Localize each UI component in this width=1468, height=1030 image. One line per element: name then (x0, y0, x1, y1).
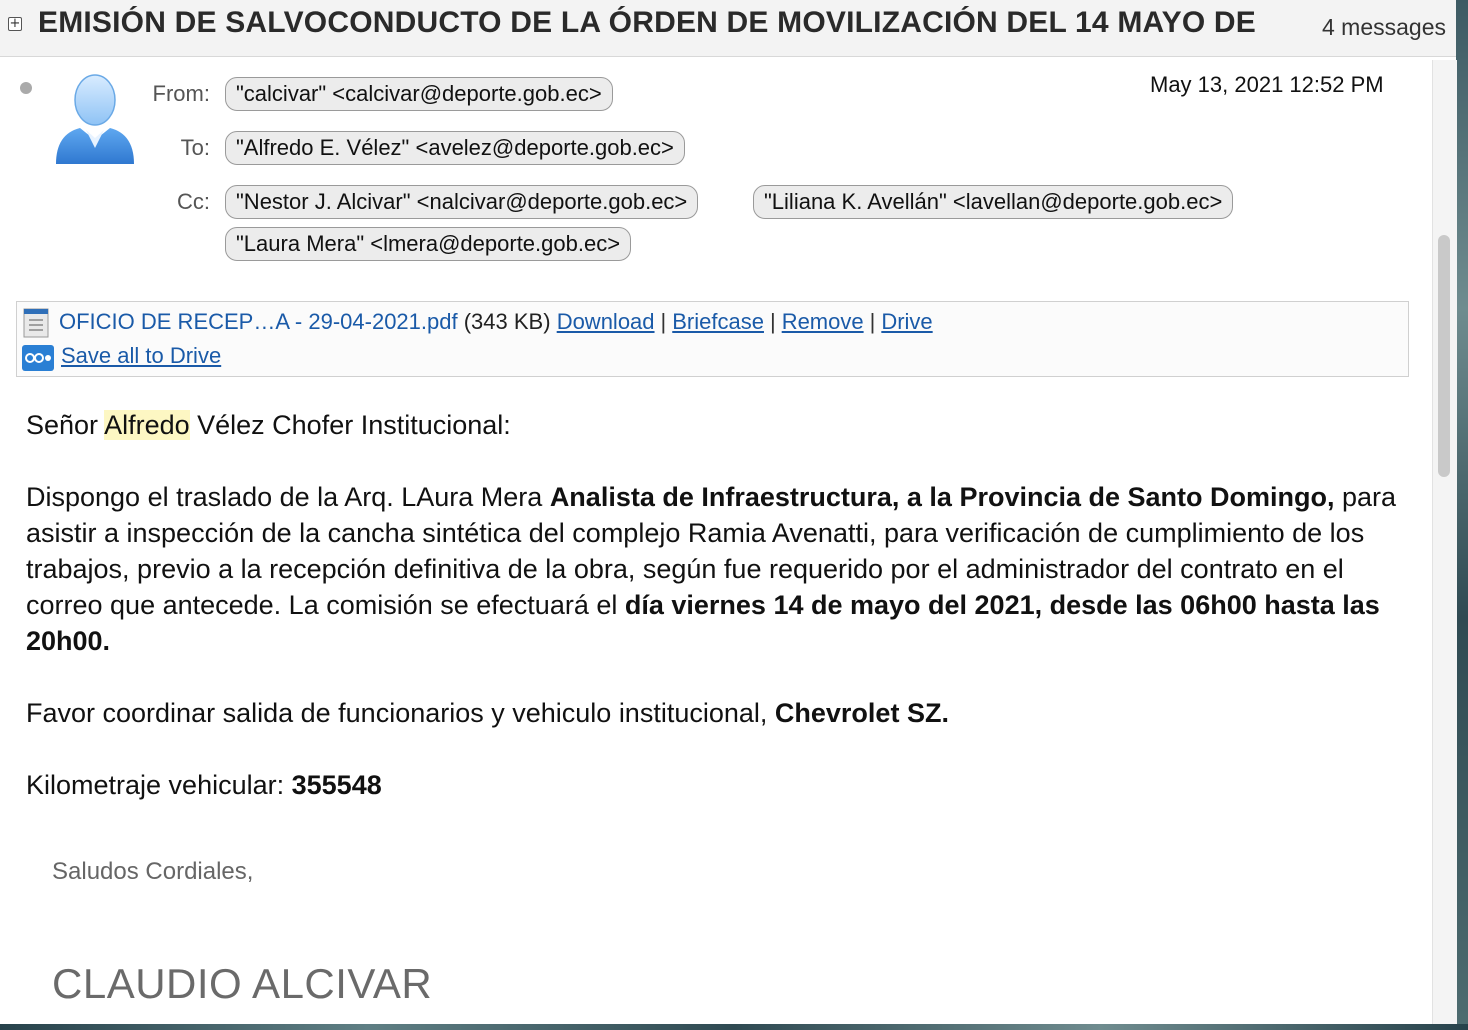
bold-text: Chevrolet SZ. (774, 698, 949, 728)
message-count: 4 messages (1322, 14, 1447, 40)
cc-address-chip[interactable]: "Liliana K. Avellán" <lavellan@deporte.g… (753, 185, 1234, 219)
to-label: To: (180, 135, 210, 160)
cc-address-chip[interactable]: "Nestor J. Alcivar" <nalcivar@deporte.go… (225, 185, 699, 219)
drive-icon[interactable] (22, 345, 54, 371)
drive-link[interactable]: Drive (881, 309, 932, 334)
attachment-box: OFICIO DE RECEP…A - 29-04-2021.pdf (343 … (16, 301, 1409, 377)
body-greeting: Señor Alfredo Vélez Chofer Institucional… (26, 407, 1416, 443)
paragraph-text: Kilometraje vehicular: (26, 770, 292, 800)
paragraph-text: Dispongo el traslado de la Arq. LAura Me… (26, 482, 550, 512)
signature-greeting: Saludos Cordiales, (52, 858, 254, 885)
message-date: May 13, 2021 12:52 PM (1150, 72, 1384, 97)
greeting-text: Señor (26, 410, 105, 440)
expand-plus-icon[interactable]: + (8, 17, 22, 31)
attachment-row: OFICIO DE RECEP…A - 29-04-2021.pdf (343 … (59, 309, 933, 335)
desktop-background-strip (0, 1024, 1468, 1030)
desktop-background-strip (1456, 0, 1468, 1030)
scrollbar-thumb[interactable] (1438, 235, 1450, 477)
remove-link[interactable]: Remove (782, 309, 864, 334)
highlighted-name: Alfredo (104, 410, 190, 440)
to-address-chip[interactable]: "Alfredo E. Vélez" <avelez@deporte.gob.e… (225, 131, 685, 165)
briefcase-link[interactable]: Briefcase (672, 309, 764, 334)
body-paragraph-2: Favor coordinar salida de funcionarios y… (26, 695, 1416, 731)
message-card: From: "calcivar" <calcivar@deporte.gob.e… (0, 60, 1431, 1030)
save-all-to-drive-link[interactable]: Save all to Drive (61, 343, 221, 369)
bold-text: 355548 (291, 770, 382, 800)
attachment-file-size: (343 KB) (463, 309, 551, 334)
body-paragraph-1: Dispongo el traslado de la Arq. LAura Me… (26, 479, 1416, 659)
thread-header: + EMISIÓN DE SALVOCONDUCTO DE LA ÓRDEN D… (0, 0, 1456, 57)
signature-name: CLAUDIO ALCIVAR (52, 960, 433, 1007)
attachment-file-name[interactable]: OFICIO DE RECEP…A - 29-04-2021.pdf (59, 309, 458, 334)
separator: | (869, 309, 876, 334)
bold-text: Analista de Infraestructura, a la Provin… (549, 482, 1335, 512)
cc-label: Cc: (177, 189, 210, 214)
thread-subject: EMISIÓN DE SALVOCONDUCTO DE LA ÓRDEN DE … (38, 6, 1256, 39)
pdf-file-icon (23, 308, 49, 338)
separator: | (769, 309, 776, 334)
download-link[interactable]: Download (557, 309, 655, 334)
cc-address-chip[interactable]: "Laura Mera" <lmera@deporte.gob.ec> (225, 227, 632, 261)
separator: | (660, 309, 667, 334)
read-status-dot[interactable] (20, 82, 32, 94)
scrollbar-track[interactable] (1432, 60, 1457, 1030)
greeting-text: Vélez Chofer Institucional: (189, 410, 511, 440)
paragraph-text: Favor coordinar salida de funcionarios y… (26, 698, 775, 728)
body-paragraph-3: Kilometraje vehicular: 355548 (26, 767, 1416, 803)
from-address-chip[interactable]: "calcivar" <calcivar@deporte.gob.ec> (225, 77, 613, 111)
from-label: From: (152, 81, 210, 106)
